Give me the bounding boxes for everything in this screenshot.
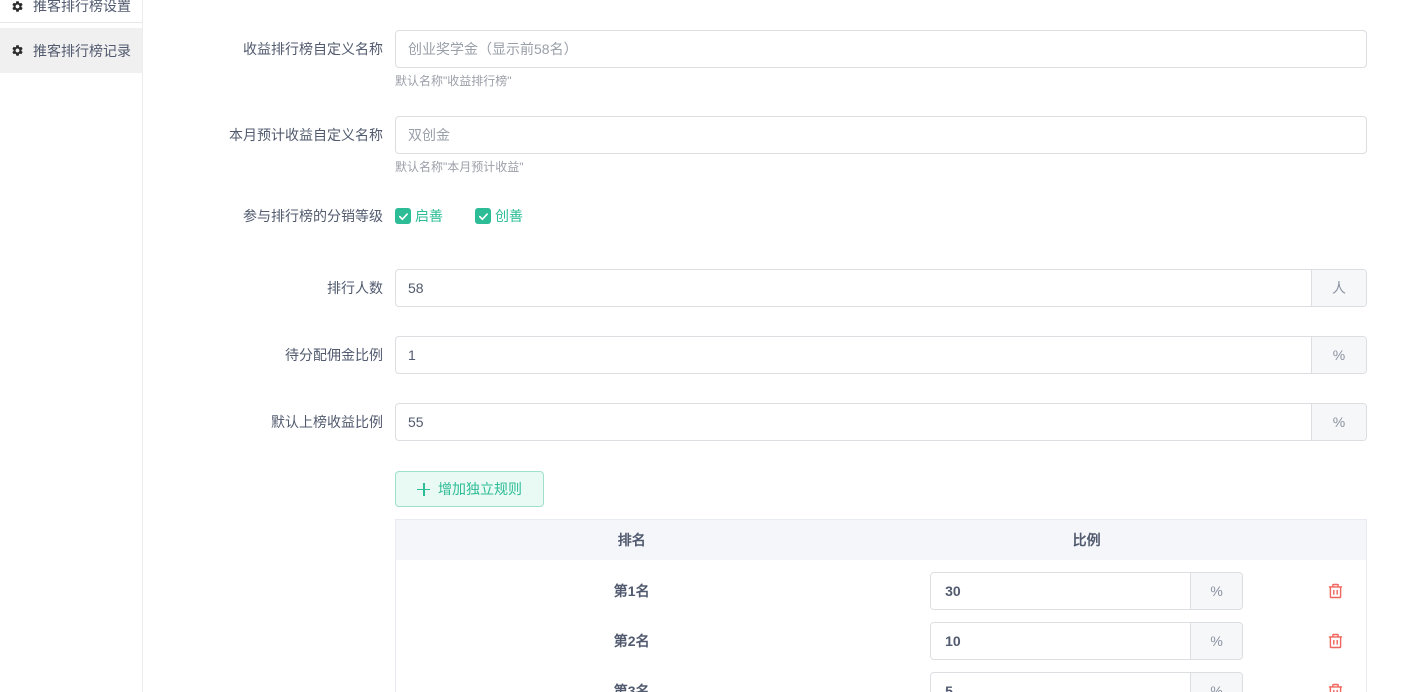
table-row: 第3名 % bbox=[396, 666, 1366, 692]
sidebar-item-label: 推客排行榜设置 bbox=[33, 0, 131, 14]
ratio-input-rank1[interactable] bbox=[931, 573, 1190, 609]
checkbox-label: 启善 bbox=[415, 206, 443, 226]
rank-cell: 第2名 bbox=[396, 631, 867, 651]
rank-count-label: 排行人数 bbox=[143, 269, 395, 307]
column-header-ratio: 比例 bbox=[867, 530, 1305, 550]
add-rule-button-label: 增加独立规则 bbox=[438, 479, 522, 499]
percent-suffix: % bbox=[1311, 404, 1366, 440]
rank-cell: 第1名 bbox=[396, 581, 867, 601]
unit-suffix: 人 bbox=[1311, 270, 1366, 306]
percent-suffix: % bbox=[1190, 623, 1242, 659]
ratio-input-rank2[interactable] bbox=[931, 623, 1190, 659]
income-rank-name-label: 收益排行榜自定义名称 bbox=[143, 30, 395, 87]
income-rank-name-helper: 默认名称"收益排行榜" bbox=[395, 75, 1367, 87]
month-income-name-label: 本月预计收益自定义名称 bbox=[143, 116, 395, 173]
sidebar-item-rank-records[interactable]: 推客排行榜记录 bbox=[0, 28, 142, 73]
levels-label: 参与排行榜的分销等级 bbox=[143, 205, 395, 227]
default-ratio-label: 默认上榜收益比例 bbox=[143, 403, 395, 441]
delete-rule-button[interactable] bbox=[1327, 682, 1344, 692]
pending-ratio-label: 待分配佣金比例 bbox=[143, 336, 395, 374]
level-checkbox-chuangshan[interactable]: 创善 bbox=[475, 206, 523, 226]
column-header-rank: 排名 bbox=[396, 530, 867, 550]
gear-icon bbox=[11, 0, 24, 13]
month-income-name-input[interactable] bbox=[396, 117, 1366, 153]
level-checkbox-qishan[interactable]: 启善 bbox=[395, 206, 443, 226]
table-header-row: 排名 比例 bbox=[396, 520, 1366, 560]
rank-cell: 第3名 bbox=[396, 681, 867, 692]
ratio-input-rank3[interactable] bbox=[931, 673, 1190, 692]
trash-icon bbox=[1327, 582, 1344, 600]
month-income-name-helper: 默认名称"本月预计收益" bbox=[395, 161, 1367, 173]
rank-rules-table: 排名 比例 第1名 % bbox=[395, 519, 1367, 692]
delete-rule-button[interactable] bbox=[1327, 632, 1344, 650]
rank-count-input[interactable] bbox=[396, 270, 1311, 306]
checkbox-checked-icon bbox=[475, 208, 491, 224]
app-window: 推客排行榜设置 推客排行榜记录 收益排行榜自定义名称 默认名称"收益排行榜" 本… bbox=[0, 0, 1425, 692]
checkbox-checked-icon bbox=[395, 208, 411, 224]
table-row: 第1名 % bbox=[396, 566, 1366, 616]
rank-settings-form: 收益排行榜自定义名称 默认名称"收益排行榜" 本月预计收益自定义名称 默认名称"… bbox=[143, 0, 1425, 692]
percent-suffix: % bbox=[1190, 673, 1242, 692]
percent-suffix: % bbox=[1190, 573, 1242, 609]
sidebar-item-label: 推客排行榜记录 bbox=[33, 41, 131, 61]
delete-rule-button[interactable] bbox=[1327, 582, 1344, 600]
income-rank-name-input[interactable] bbox=[396, 31, 1366, 67]
add-rule-button[interactable]: 增加独立规则 bbox=[395, 471, 544, 507]
default-ratio-input[interactable] bbox=[396, 404, 1311, 440]
plus-icon bbox=[417, 483, 430, 496]
sidebar-item-rank-settings[interactable]: 推客排行榜设置 bbox=[0, 0, 142, 23]
checkbox-label: 创善 bbox=[495, 206, 523, 226]
sidebar: 推客排行榜设置 推客排行榜记录 bbox=[0, 0, 143, 692]
pending-ratio-input[interactable] bbox=[396, 337, 1311, 373]
trash-icon bbox=[1327, 682, 1344, 692]
trash-icon bbox=[1327, 632, 1344, 650]
percent-suffix: % bbox=[1311, 337, 1366, 373]
gear-icon bbox=[11, 44, 24, 57]
table-row: 第2名 % bbox=[396, 616, 1366, 666]
